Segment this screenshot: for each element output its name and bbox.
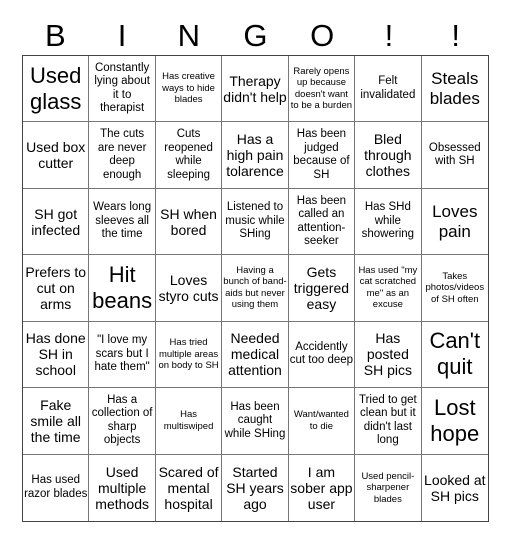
- bingo-cell[interactable]: Has a collection of sharp objects: [89, 388, 156, 455]
- bingo-cell[interactable]: Has SHd while showering: [355, 188, 422, 256]
- bingo-cell[interactable]: Lost hope: [421, 388, 488, 455]
- bingo-cell[interactable]: Hit beans: [89, 255, 156, 322]
- bingo-cell[interactable]: Can't quit: [421, 322, 488, 389]
- bingo-cell[interactable]: Loves styro cuts: [155, 255, 223, 322]
- bingo-cell[interactable]: Prefers to cut on arms: [23, 255, 90, 322]
- header-letter-i: I: [117, 18, 127, 53]
- bingo-cell[interactable]: Wears long sleeves all the time: [89, 188, 156, 256]
- bingo-cell[interactable]: Felt invalidated: [355, 56, 422, 123]
- bingo-cell[interactable]: Needed medical attention: [222, 321, 289, 389]
- header-letter-b: B: [45, 18, 66, 53]
- bingo-cell[interactable]: Has been called an attention-seeker: [288, 188, 356, 256]
- bingo-cell[interactable]: Tried to get clean but it didn't last lo…: [355, 388, 422, 455]
- header-letter-o: O: [310, 18, 335, 53]
- bingo-cell[interactable]: Has been judged because of SH: [288, 122, 356, 189]
- bingo-cell[interactable]: Having a bunch of band-aids but never us…: [222, 255, 289, 322]
- bingo-cell[interactable]: Has posted SH pics: [355, 321, 422, 389]
- bingo-cell[interactable]: Bled through clothes: [355, 122, 422, 189]
- bingo-cell[interactable]: SH when bored: [155, 188, 223, 256]
- bingo-card: Used glass Constantly lying about it to …: [22, 55, 489, 522]
- bingo-cell[interactable]: "I love my scars but I hate them": [89, 321, 156, 389]
- bingo-cell[interactable]: Takes photos/videos of SH often: [421, 255, 488, 322]
- bingo-cell[interactable]: Has been caught while SHing: [222, 388, 289, 455]
- bingo-cell[interactable]: Constantly lying about it to therapist: [89, 56, 156, 123]
- bingo-cell[interactable]: Accidently cut too deep: [288, 321, 356, 389]
- bingo-cell[interactable]: I am sober app user: [289, 454, 356, 521]
- bingo-cell[interactable]: Used pencil-sharpener blades: [355, 454, 422, 521]
- bingo-cell[interactable]: Has multiswiped: [155, 388, 223, 455]
- bingo-cell[interactable]: SH got infected: [23, 188, 90, 256]
- bingo-cell[interactable]: Has used razor blades: [23, 454, 90, 521]
- bingo-cell[interactable]: Listened to music while SHing: [222, 188, 289, 256]
- bingo-cell[interactable]: Has creative ways to hide blades: [155, 56, 223, 123]
- bingo-cell[interactable]: Fake smile all the time: [23, 388, 90, 455]
- bingo-cell[interactable]: Gets triggered easy: [288, 255, 356, 322]
- header-letter-g: G: [243, 18, 268, 53]
- bingo-header: B I N G O ! !: [22, 18, 489, 54]
- bingo-cell[interactable]: Started SH years ago: [222, 454, 289, 521]
- bingo-cell[interactable]: Loves pain: [421, 189, 488, 256]
- bingo-cell[interactable]: Rarely opens up because doesn't want to …: [288, 56, 356, 123]
- header-letter-n: N: [177, 18, 200, 53]
- bingo-cell[interactable]: The cuts are never deep enough: [89, 122, 156, 189]
- bingo-cell[interactable]: Looked at SH pics: [422, 455, 488, 521]
- bingo-cell[interactable]: Has tried multiple areas on body to SH: [155, 321, 223, 389]
- bingo-cell[interactable]: Has done SH in school: [23, 321, 90, 389]
- bingo-cell[interactable]: Used multiple methods: [89, 454, 156, 521]
- bingo-cell[interactable]: Scared of mental hospital: [156, 454, 223, 521]
- bingo-cell[interactable]: Used box cutter: [23, 122, 90, 189]
- bingo-cell[interactable]: Therapy didn't help: [222, 56, 289, 123]
- bingo-cell[interactable]: Has used "my cat scratched me" as an exc…: [355, 255, 422, 322]
- bingo-cell[interactable]: Cuts reopened while sleeping: [155, 122, 223, 189]
- bingo-cell[interactable]: Has a high pain tolarence: [222, 122, 289, 189]
- header-exclamation-1: !: [384, 18, 394, 53]
- bingo-cell[interactable]: Used glass: [23, 56, 90, 123]
- header-exclamation-2: !: [451, 18, 460, 53]
- bingo-cell[interactable]: Want/wanted to die: [288, 388, 356, 455]
- bingo-cell[interactable]: Steals blades: [421, 56, 488, 123]
- bingo-cell[interactable]: Obsessed with SH: [421, 122, 488, 189]
